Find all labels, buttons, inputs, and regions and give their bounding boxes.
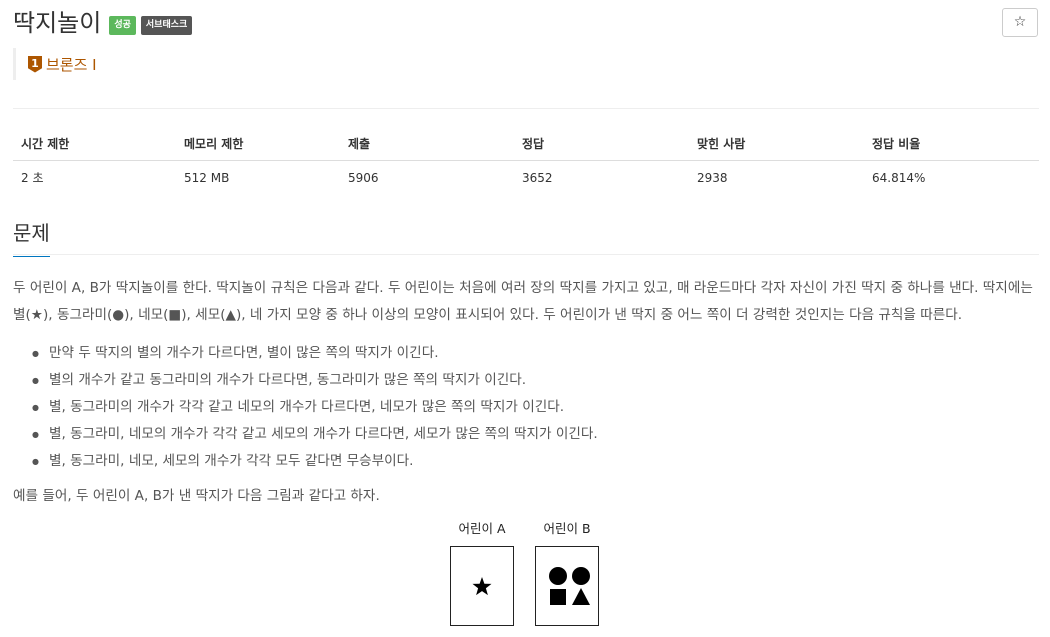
tier-badge-icon: 1 [28,55,42,73]
header-accepted: 정답 [514,127,689,161]
circle-icon [572,567,590,585]
rules-list: 만약 두 딱지의 별의 개수가 다르다면, 별이 많은 쪽의 딱지가 이긴다. … [13,340,598,475]
header-memory-limit: 메모리 제한 [176,127,340,161]
memory-limit-value: 512 MB [184,170,230,185]
list-item: 별, 동그라미, 네모의 개수가 각각 같고 세모의 개수가 다르다면, 세모가… [32,421,598,448]
problem-header: 딱지놀이 성공 서브태스크 [13,6,193,40]
time-limit-value: 2 초 [21,171,44,185]
table-row: 2 초 512 MB 5906 3652 2938 64.814% [13,161,1039,195]
category-badge[interactable]: 서브태스크 [140,15,193,35]
status-badge: 성공 [109,15,136,35]
table-header-row: 시간 제한 메모리 제한 제출 정답 맞힌 사람 정답 비율 [13,127,1039,161]
card-a-figure: 어린이 A [450,518,514,626]
page-title: 딱지놀이 [13,9,102,37]
header-time-limit: 시간 제한 [13,127,176,161]
header-solved-users: 맞힌 사람 [689,127,864,161]
card-b-figure: 어린이 B [535,518,599,626]
circle-icon [549,567,567,585]
solved-users-value[interactable]: 2938 [689,161,864,195]
list-item: 만약 두 딱지의 별의 개수가 다르다면, 별이 많은 쪽의 딱지가 이긴다. [32,340,598,367]
list-item: 별, 동그라미, 네모, 세모의 개수가 각각 모두 같다면 무승부이다. [32,448,598,475]
card-b-label: 어린이 B [543,521,591,536]
header-accept-ratio: 정답 비율 [864,127,1039,161]
problem-intro-text: 두 어린이 A, B가 딱지놀이를 한다. 딱지놀이 규칙은 다음과 같다. 두… [13,280,1033,323]
problem-info-table: 시간 제한 메모리 제한 제출 정답 맞힌 사람 정답 비율 2 초 512 M… [13,127,1039,194]
card-a [450,546,514,626]
favorite-star-button[interactable]: ☆ [1002,8,1038,37]
card-b [535,546,599,626]
triangle-icon [572,588,590,605]
square-icon [550,589,566,605]
card-a-label: 어린이 A [458,521,506,536]
card-a-shapes [472,577,492,596]
star-icon [472,577,492,596]
divider [13,108,1039,109]
tier-label[interactable]: 브론즈 I [46,54,97,75]
submissions-value[interactable]: 5906 [340,161,514,195]
example-text: 예를 들어, 두 어린이 A, B가 낸 딱지가 다음 그림과 같다고 하자. [13,488,380,504]
accepted-value: 3652 [522,170,553,185]
header-submissions: 제출 [340,127,514,161]
card-b-shapes [549,567,590,605]
accept-ratio-value: 64.814% [872,170,926,185]
list-item: 별의 개수가 같고 동그라미의 개수가 다르다면, 동그라미가 많은 쪽의 딱지… [32,367,598,394]
section-divider [13,254,1039,255]
section-title-problem: 문제 [13,218,50,257]
tier-block: 1 브론즈 I [13,48,97,80]
list-item: 별, 동그라미의 개수가 각각 같고 네모의 개수가 다르다면, 네모가 많은 … [32,394,598,421]
star-icon: ☆ [1013,14,1027,30]
